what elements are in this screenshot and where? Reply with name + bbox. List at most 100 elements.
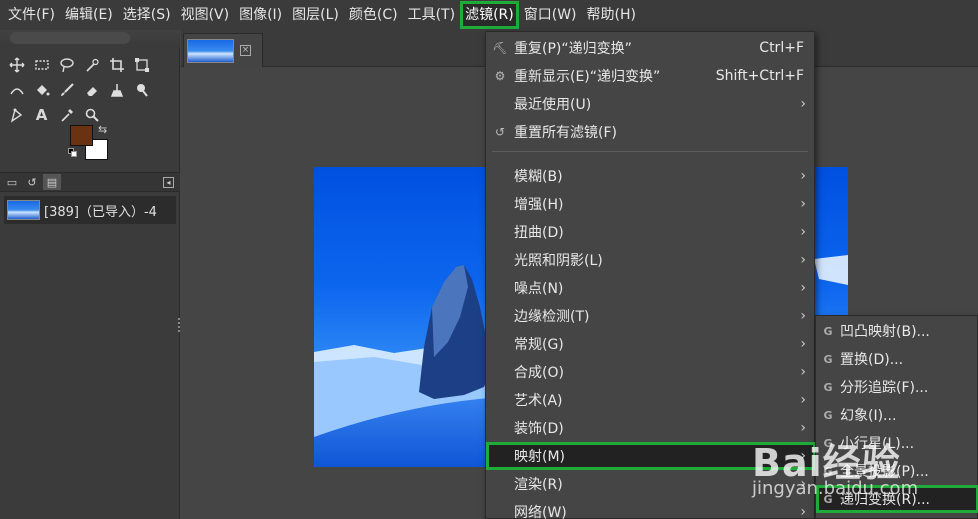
image-tab-thumbnail xyxy=(187,38,234,63)
menu-item-generic[interactable]: 常规(G) › xyxy=(486,330,816,358)
menu-item-web[interactable]: 网络(W) › xyxy=(486,498,816,519)
chevron-right-icon: › xyxy=(800,96,806,112)
recent-label: 最近使用(U) xyxy=(514,97,592,113)
submenu-item-label: 置换(D)... xyxy=(840,352,904,368)
text-tool-icon[interactable]: A xyxy=(29,102,54,127)
wilber-logo-strip xyxy=(0,30,180,48)
menu-edit[interactable]: 编辑(E) xyxy=(60,1,118,29)
menu-item-label: 映射(M) xyxy=(514,449,566,465)
submenu-item-panorama-projection[interactable]: G 全景投影(P)... xyxy=(816,457,978,485)
menu-item-combine[interactable]: 合成(O) › xyxy=(486,358,816,386)
tab-layers-icon[interactable]: ▤ xyxy=(43,174,61,190)
repeat-icon: ⛏ xyxy=(492,41,508,55)
gegl-icon: G xyxy=(823,324,833,338)
menu-file[interactable]: 文件(F) xyxy=(3,1,60,29)
chevron-right-icon: › xyxy=(800,448,806,464)
gegl-icon: G xyxy=(823,352,833,366)
close-tab-icon[interactable]: × xyxy=(240,45,251,56)
fg-bg-color-swatches: ⇆ xyxy=(68,123,114,167)
reset-icon: ↺ xyxy=(494,125,506,139)
submenu-item-displace[interactable]: G 置换(D)... xyxy=(816,345,978,373)
submenu-item-fractal-trace[interactable]: G 分形追踪(F)... xyxy=(816,373,978,401)
menu-image[interactable]: 图像(I) xyxy=(234,1,287,29)
menu-help[interactable]: 帮助(H) xyxy=(582,1,641,29)
warp-transform-tool-icon[interactable] xyxy=(4,77,29,102)
rect-select-tool-icon[interactable] xyxy=(29,52,54,77)
menu-colors[interactable]: 颜色(C) xyxy=(344,1,403,29)
chevron-right-icon: › xyxy=(800,336,806,352)
crop-tool-icon[interactable] xyxy=(104,52,129,77)
menu-item-artistic[interactable]: 艺术(A) › xyxy=(486,386,816,414)
menu-item-blur[interactable]: 模糊(B) › xyxy=(486,162,816,190)
tab-tool-options-icon[interactable]: ↺ xyxy=(23,174,41,190)
gegl-icon: G xyxy=(823,408,833,422)
menu-item-edge-detect[interactable]: 边缘检测(T) › xyxy=(486,302,816,330)
menu-item-map[interactable]: 映射(M) › xyxy=(486,442,816,470)
chevron-right-icon: › xyxy=(800,308,806,324)
bucket-fill-tool-icon[interactable] xyxy=(29,77,54,102)
menu-item-noise[interactable]: 噪点(N) › xyxy=(486,274,816,302)
swap-colors-icon[interactable]: ⇆ xyxy=(98,123,107,136)
chevron-right-icon: › xyxy=(800,420,806,436)
menu-item-label: 渲染(R) xyxy=(514,477,563,493)
menu-item-render[interactable]: 渲染(R) › xyxy=(486,470,816,498)
fuzzy-select-tool-icon[interactable] xyxy=(79,52,104,77)
foreground-color-swatch[interactable] xyxy=(70,125,93,146)
submenu-item-label: 小行星(L)... xyxy=(840,436,915,452)
paintbrush-tool-icon[interactable] xyxy=(54,77,79,102)
filters-menu: ⛏ 重复(P)“递归变换” Ctrl+F ⚙ 重新显示(E)“递归变换” Shi… xyxy=(485,31,816,519)
image-tab[interactable]: × xyxy=(183,33,263,67)
menu-item-label: 艺术(A) xyxy=(514,393,563,409)
menu-layer[interactable]: 图层(L) xyxy=(287,1,344,29)
dock-menu-icon[interactable]: ◂ xyxy=(163,176,174,188)
submenu-item-bump-map[interactable]: G 凹凸映射(B)... xyxy=(816,317,978,345)
menu-item-recent[interactable]: 最近使用(U) › xyxy=(486,90,816,118)
menu-item-label: 扭曲(D) xyxy=(514,225,564,241)
menu-windows[interactable]: 窗口(W) xyxy=(519,1,582,29)
color-picker-tool-icon[interactable] xyxy=(54,102,79,127)
menu-item-decor[interactable]: 装饰(D) › xyxy=(486,414,816,442)
menu-item-enhance[interactable]: 增强(H) › xyxy=(486,190,816,218)
layer-row[interactable]: [389]（已导入）-4 xyxy=(4,196,176,224)
menu-item-repeat[interactable]: ⛏ 重复(P)“递归变换” Ctrl+F xyxy=(486,34,816,62)
reset-colors-icon[interactable] xyxy=(68,148,78,158)
repeat-shortcut: Ctrl+F xyxy=(759,40,804,56)
menu-select[interactable]: 选择(S) xyxy=(118,1,176,29)
menu-view[interactable]: 视图(V) xyxy=(176,1,235,29)
menu-item-label: 增强(H) xyxy=(514,197,564,213)
menu-item-reshow[interactable]: ⚙ 重新显示(E)“递归变换” Shift+Ctrl+F xyxy=(486,62,816,90)
reshow-icon: ⚙ xyxy=(494,69,506,83)
menu-item-distorts[interactable]: 扭曲(D) › xyxy=(486,218,816,246)
menu-item-label: 常规(G) xyxy=(514,337,564,353)
menu-item-label: 网络(W) xyxy=(514,505,567,519)
tab-device-status-icon[interactable]: ▭ xyxy=(3,174,21,190)
reshow-label: 重新显示(E)“递归变换” xyxy=(514,69,661,85)
menubar: 文件(F) 编辑(E) 选择(S) 视图(V) 图像(I) 图层(L) 颜色(C… xyxy=(0,0,978,30)
unified-transform-tool-icon[interactable] xyxy=(129,52,154,77)
submenu-item-illusion[interactable]: G 幻象(I)... xyxy=(816,401,978,429)
gegl-icon: G xyxy=(823,380,833,394)
chevron-right-icon: › xyxy=(800,252,806,268)
submenu-item-little-planet[interactable]: G 小行星(L)... xyxy=(816,429,978,457)
submenu-item-label: 递归变换(R)... xyxy=(840,492,931,508)
menu-item-reset-filters[interactable]: ↺ 重置所有滤镜(F) xyxy=(486,118,816,146)
menu-filters[interactable]: 滤镜(R) xyxy=(460,1,519,29)
chevron-right-icon: › xyxy=(800,392,806,408)
paths-tool-icon[interactable] xyxy=(4,102,29,127)
map-submenu: G 凹凸映射(B)... G 置换(D)... G 分形追踪(F)... G 幻象(I)… xyxy=(815,315,978,519)
move-tool-icon[interactable] xyxy=(4,52,29,77)
menu-item-light-shadow[interactable]: 光照和阴影(L) › xyxy=(486,246,816,274)
chevron-right-icon: › xyxy=(800,364,806,380)
eraser-tool-icon[interactable] xyxy=(79,77,104,102)
menu-item-label: 模糊(B) xyxy=(514,169,563,185)
clone-tool-icon[interactable] xyxy=(104,77,129,102)
menu-item-label: 边缘检测(T) xyxy=(514,309,590,325)
menu-tools[interactable]: 工具(T) xyxy=(403,1,460,29)
submenu-item-recursive-transform[interactable]: G 递归变换(R)... xyxy=(816,485,978,513)
lasso-tool-icon[interactable] xyxy=(54,52,79,77)
gegl-icon: G xyxy=(823,436,833,450)
gegl-icon: G xyxy=(823,464,833,478)
chevron-right-icon: › xyxy=(800,504,806,519)
submenu-item-label: 幻象(I)... xyxy=(840,408,897,424)
smudge-tool-icon[interactable] xyxy=(129,77,154,102)
